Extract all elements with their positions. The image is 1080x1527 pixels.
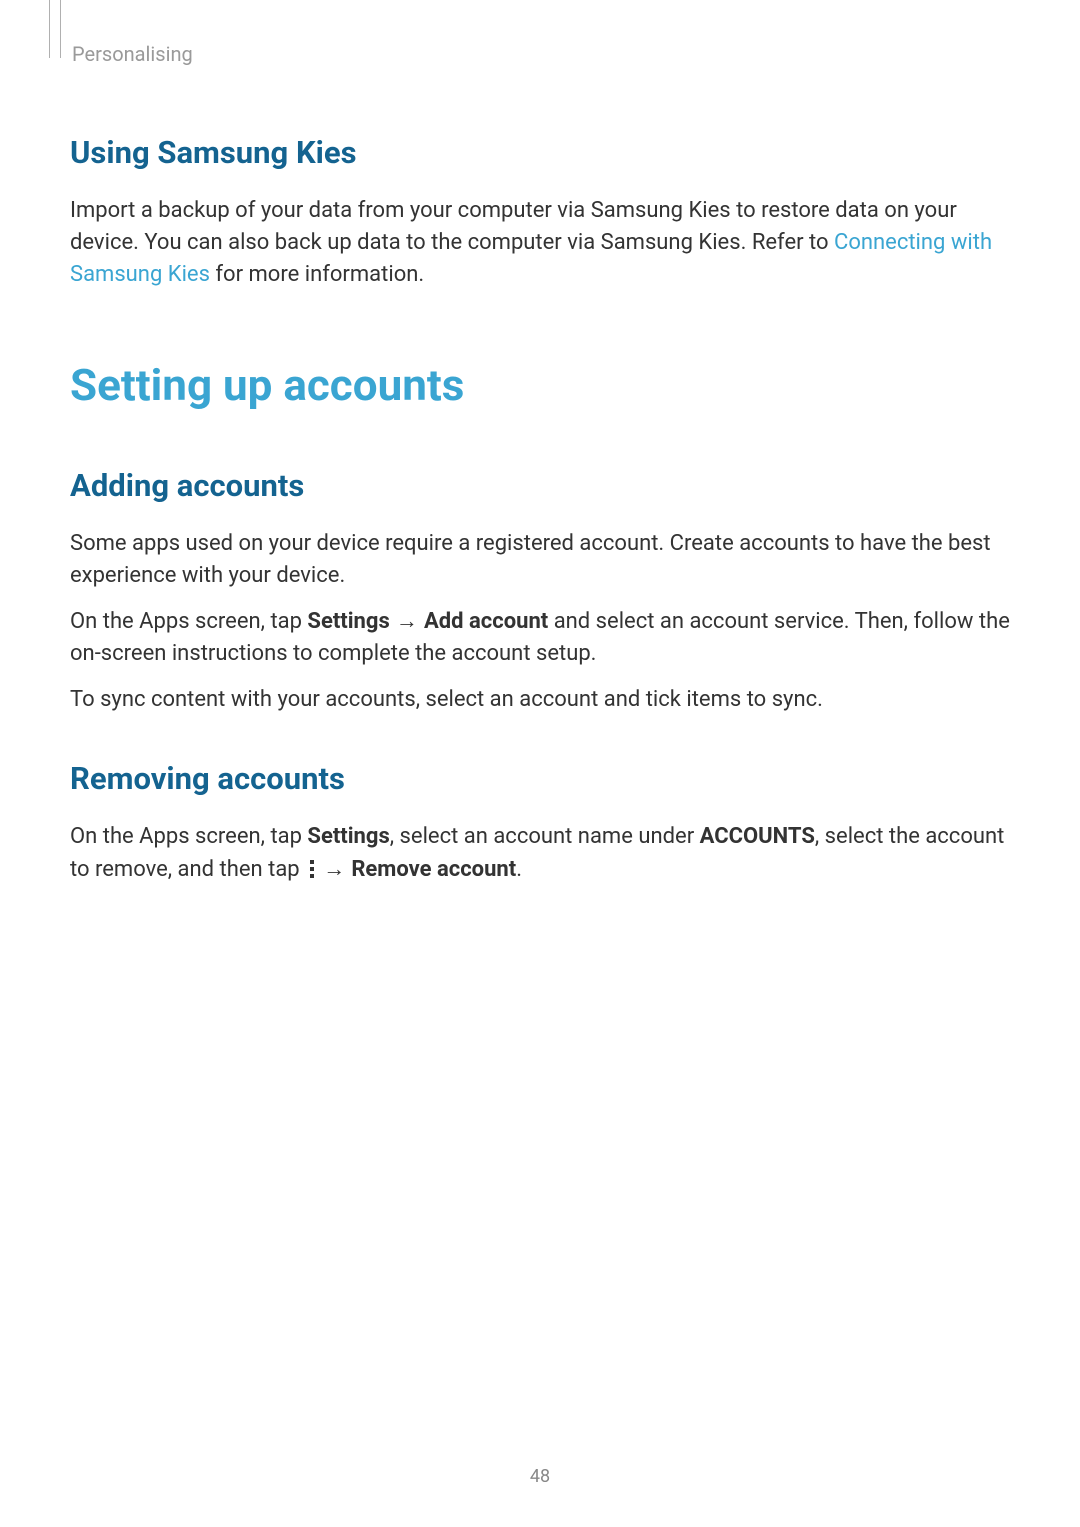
- text: , select an account name under: [390, 824, 700, 849]
- text-bold-settings: Settings: [307, 824, 389, 849]
- paragraph: Import a backup of your data from your c…: [70, 195, 1010, 291]
- heading-setting-up-accounts: Setting up accounts: [70, 359, 1010, 411]
- section-removing-accounts: Removing accounts On the Apps screen, ta…: [70, 760, 1010, 886]
- page-number: 48: [0, 1466, 1080, 1487]
- text: .: [516, 857, 522, 882]
- text-bold-add-account: Add account: [424, 609, 548, 634]
- header-tick-marks: [49, 0, 61, 58]
- arrow-icon: →: [317, 856, 351, 881]
- text: for more information.: [210, 262, 424, 287]
- arrow-icon: →: [390, 608, 424, 633]
- paragraph: On the Apps screen, tap Settings, select…: [70, 821, 1010, 886]
- page-content: Personalising Using Samsung Kies Import …: [0, 0, 1080, 886]
- paragraph: To sync content with your accounts, sele…: [70, 684, 1010, 716]
- text: Import a backup of your data from your c…: [70, 198, 957, 255]
- more-options-icon: [309, 859, 315, 879]
- text-bold-accounts: ACCOUNTS: [700, 824, 815, 849]
- text: On the Apps screen, tap: [70, 824, 307, 849]
- text-bold-settings: Settings: [307, 609, 389, 634]
- text: On the Apps screen, tap: [70, 609, 307, 634]
- heading-adding-accounts: Adding accounts: [70, 467, 1010, 504]
- section-adding-accounts: Adding accounts Some apps used on your d…: [70, 467, 1010, 716]
- breadcrumb: Personalising: [72, 42, 1010, 66]
- heading-removing-accounts: Removing accounts: [70, 760, 1010, 797]
- paragraph: On the Apps screen, tap Settings → Add a…: [70, 605, 1010, 670]
- text-bold-remove-account: Remove account: [351, 857, 516, 882]
- section-using-samsung-kies: Using Samsung Kies Import a backup of yo…: [70, 134, 1010, 291]
- paragraph: Some apps used on your device require a …: [70, 528, 1010, 592]
- heading-using-samsung-kies: Using Samsung Kies: [70, 134, 1010, 171]
